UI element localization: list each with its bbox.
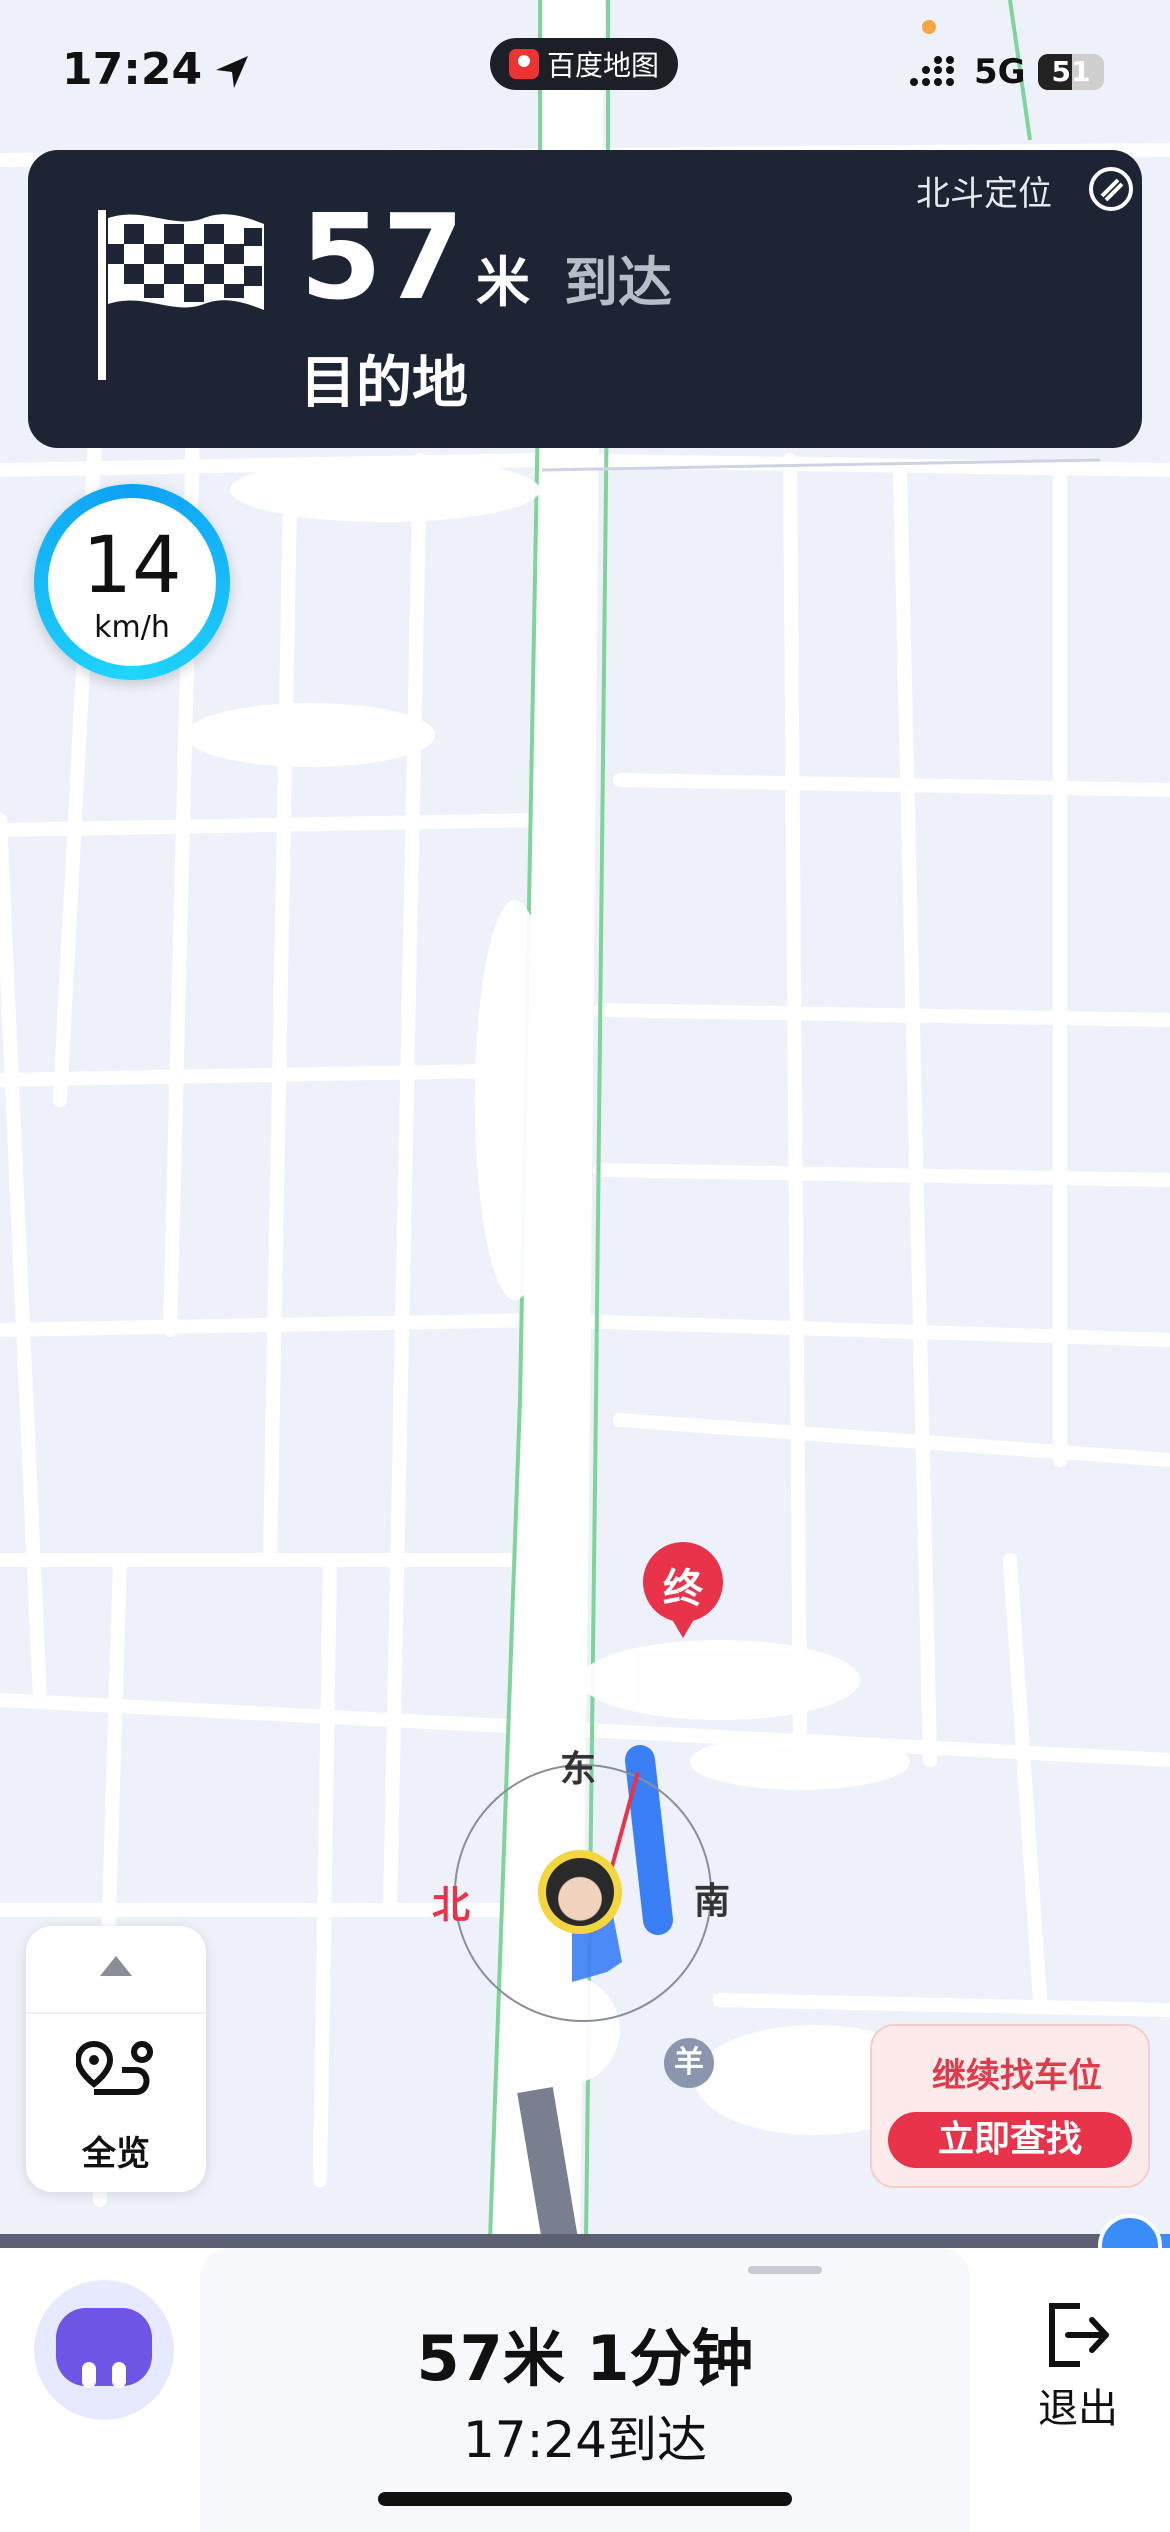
location-arrow-icon (216, 56, 248, 88)
privacy-indicator (922, 20, 936, 34)
battery-icon: 51 (1038, 54, 1104, 90)
speed-unit: km/h (94, 610, 170, 645)
battery-level: 51 (1051, 55, 1091, 88)
exit-icon[interactable] (1040, 2298, 1114, 2372)
status-bar: 17:24 百度地图 5G 51 (0, 0, 1170, 140)
satellite-icon (1089, 167, 1133, 211)
remaining-summary: 57米 1分钟 (416, 2322, 754, 2395)
distance-value: 57 (300, 188, 465, 326)
parking-title: 继续找车位 (932, 2056, 1102, 2096)
route-progress-bar (0, 2234, 1170, 2248)
compass-east: 东 (560, 1749, 597, 1790)
checkered-flag-icon (98, 210, 264, 380)
bottom-panel: 57米 1分钟 17:24到达 退出 (0, 2248, 1170, 2532)
positioning-label: 北斗定位 (916, 174, 1052, 214)
speedometer: 14 km/h (34, 484, 230, 680)
app-name: 百度地图 (546, 49, 659, 82)
end-marker-label: 终 (663, 1566, 703, 1612)
distance-unit: 米 (476, 251, 530, 314)
route-overview-icon (76, 2040, 153, 2095)
compass-south: 南 (694, 1881, 731, 1922)
baidu-maps-logo-icon (508, 49, 539, 79)
navigation-instruction-card[interactable]: 57 米 到达 目的地 北斗定位 (28, 150, 1142, 448)
overview-panel[interactable]: 全览 (26, 1926, 206, 2192)
poi-marker[interactable]: 羊 (664, 2038, 714, 2088)
find-now-button[interactable]: 立即查找 (888, 2112, 1132, 2168)
compass-north: 北 (432, 1883, 471, 1927)
network-type: 5G (974, 52, 1026, 92)
destination-marker[interactable]: 终 (640, 1540, 726, 1640)
destination-label: 目的地 (300, 351, 468, 416)
drag-handle[interactable] (748, 2266, 822, 2274)
clock: 17:24 (62, 44, 203, 95)
overview-button[interactable]: 全览 (26, 2126, 206, 2175)
home-indicator[interactable] (378, 2492, 792, 2506)
exit-button[interactable]: 退出 (1010, 2376, 1146, 2434)
parking-suggestion-card[interactable]: 继续找车位 立即查找 (870, 2024, 1150, 2188)
assistant-robot-icon[interactable] (34, 2280, 174, 2420)
eta-text: 17:24到达 (462, 2411, 708, 2469)
expand-up-icon[interactable] (100, 1956, 132, 1976)
avatar (546, 1858, 614, 1926)
vehicle-avatar (538, 1850, 622, 1934)
speed-value: 14 (82, 521, 182, 611)
poi-marker-label: 羊 (674, 2045, 704, 2080)
signal-icon (910, 56, 954, 86)
arrive-text: 到达 (564, 251, 672, 314)
app-return-pill[interactable]: 百度地图 (490, 38, 678, 90)
